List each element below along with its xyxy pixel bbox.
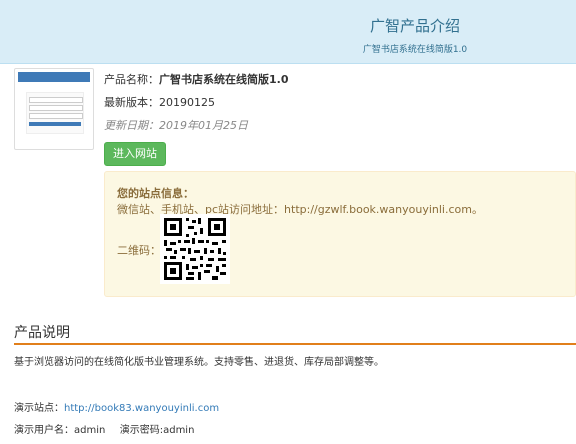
site-info-heading: 您的站点信息： (117, 187, 194, 200)
qr-code-icon (160, 214, 230, 284)
demo-credentials-line: 演示用户名：admin 演示密码:admin (14, 421, 194, 436)
product-date-line: 更新日期：2019年01月25日 (104, 119, 248, 133)
demo-pwd-value: admin (163, 425, 195, 436)
qr-label: 二维码： (117, 244, 161, 257)
page-subtitle: 广智书店系统在线简版1.0 (362, 45, 468, 55)
thumbnail-field (29, 105, 83, 111)
thumbnail-screen (18, 72, 90, 146)
thumbnail-field (29, 113, 83, 119)
section-divider (14, 343, 576, 345)
demo-user-value: admin (74, 425, 106, 436)
product-date-label: 更新日期： (104, 119, 159, 132)
thumbnail-login-form (26, 92, 84, 134)
product-date-value: 2019年01月25日 (159, 119, 248, 132)
product-description: 基于浏览器访问的在线简化版书业管理系统。支持零售、进退货、库存局部调整等。 (14, 357, 384, 368)
thumbnail-header (18, 72, 90, 82)
demo-site-label: 演示站点： (14, 403, 64, 414)
enter-site-button[interactable]: 进入网站 (104, 142, 166, 166)
demo-site-line: 演示站点：http://book83.wanyouyinli.com (14, 399, 219, 414)
page-title: 广智产品介绍 (369, 17, 460, 35)
product-version-value: 20190125 (159, 96, 215, 109)
page-header: 广智产品介绍 广智书店系统在线简版1.0 (0, 0, 576, 64)
qr-code-icon (160, 214, 230, 284)
site-info-panel: 您的站点信息： 微信站、手机站、pc站访问地址：http://gzwlf.boo… (104, 171, 576, 297)
section-title: 产品说明 (14, 325, 70, 341)
product-name-label: 产品名称： (104, 73, 159, 86)
product-name-line: 产品名称：广智书店系统在线简版1.0 (104, 73, 289, 87)
demo-site-link[interactable]: http://book83.wanyouyinli.com (64, 403, 219, 414)
product-version-line: 最新版本：20190125 (104, 96, 215, 110)
demo-pwd-label: 演示密码: (119, 425, 164, 436)
demo-user-label: 演示用户名： (14, 425, 74, 436)
thumbnail-button (29, 122, 81, 126)
product-thumbnail[interactable] (14, 68, 94, 150)
product-name-value: 广智书店系统在线简版1.0 (159, 73, 289, 86)
thumbnail-field (29, 97, 83, 103)
product-card: 产品名称：广智书店系统在线简版1.0 最新版本：20190125 更新日期：20… (14, 68, 576, 308)
product-version-label: 最新版本： (104, 96, 159, 109)
